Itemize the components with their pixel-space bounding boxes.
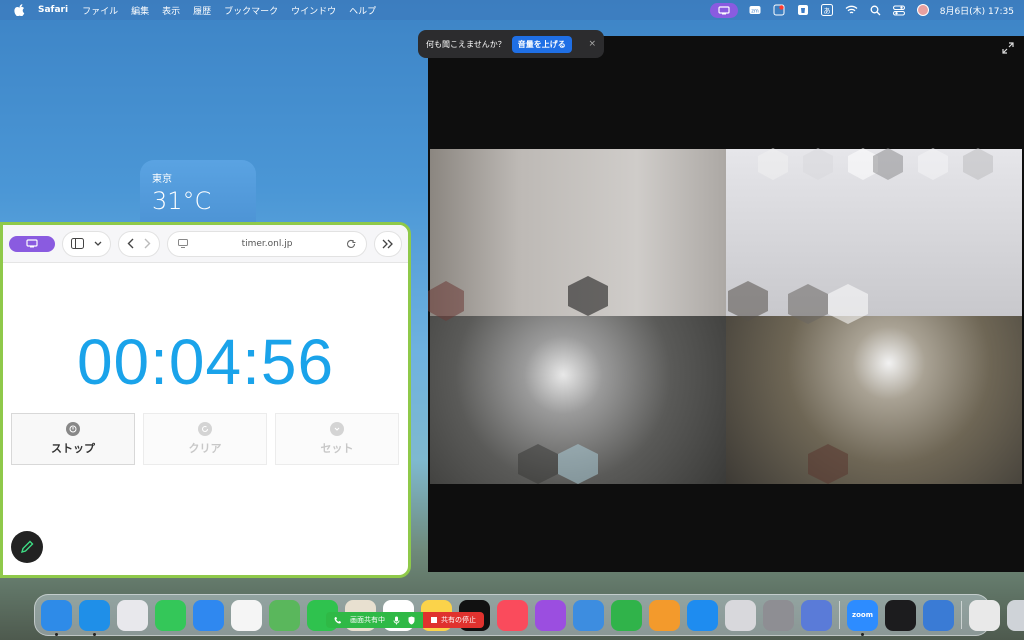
menubar-clock[interactable]: 8月6日(木) 17:35: [940, 4, 1014, 17]
timer-browser-window: timer.onl.jp 00:04:56 ストップ クリア セット: [0, 222, 411, 578]
app-name[interactable]: Safari: [38, 5, 68, 15]
wifi-icon[interactable]: [845, 4, 858, 17]
running-indicator: [55, 632, 58, 636]
close-icon[interactable]: ×: [588, 39, 596, 49]
forward-icon[interactable]: [144, 238, 151, 249]
address-bar[interactable]: timer.onl.jp: [167, 230, 367, 257]
launchpad-icon[interactable]: [117, 599, 148, 631]
running-indicator: [861, 632, 864, 636]
zoom-app-icon[interactable]: zoom: [847, 599, 878, 636]
video-call-window: [428, 36, 1024, 572]
music-icon[interactable]: [497, 599, 528, 631]
apple-menu-icon[interactable]: [12, 3, 26, 17]
safari-icon[interactable]: [79, 599, 110, 636]
numbers-icon[interactable]: [611, 599, 642, 631]
dock: zoom: [34, 594, 1024, 636]
menu-help[interactable]: ヘルプ: [349, 4, 376, 17]
menu-history[interactable]: 履歴: [193, 4, 211, 17]
keynote-icon[interactable]: [573, 599, 604, 631]
shield-icon[interactable]: [408, 616, 415, 625]
menu-bookmarks[interactable]: ブックマーク: [224, 4, 278, 17]
edit-button[interactable]: [11, 531, 43, 563]
set-button[interactable]: セット: [275, 413, 399, 465]
svg-text:あ: あ: [824, 7, 831, 15]
svg-text:zm: zm: [751, 9, 759, 15]
stop-share-button[interactable]: 共有の停止: [423, 612, 484, 628]
nav-buttons: [118, 230, 160, 257]
pixelation-overlay: [428, 148, 993, 484]
sidebar-toggle-group[interactable]: [62, 230, 111, 257]
page-icon: [178, 239, 188, 248]
stop-icon: [66, 422, 80, 436]
menu-view[interactable]: 表示: [162, 4, 180, 17]
maps-icon[interactable]: [269, 599, 300, 631]
sharing-label: 画面共有中: [350, 616, 385, 624]
screen-share-icon[interactable]: [709, 2, 738, 18]
audio-notification: 何も聞こえませんか？ 音量を上げる ×: [418, 30, 604, 58]
double-chevron-right-icon: [382, 239, 393, 248]
menu-bar: Safari ファイル 編集 表示 履歴 ブックマーク ウインドウ ヘルプ zm…: [0, 0, 1024, 20]
trash-icon[interactable]: [1007, 599, 1024, 631]
phone-icon: [334, 617, 341, 624]
raise-volume-button[interactable]: 音量を上げる: [511, 35, 572, 53]
mic-icon[interactable]: [393, 616, 400, 625]
clear-button[interactable]: クリア: [143, 413, 267, 465]
zoom-icon[interactable]: zm: [749, 4, 762, 17]
control-center-icon[interactable]: [893, 4, 906, 17]
siri-icon[interactable]: [916, 4, 929, 16]
set-icon: [330, 422, 344, 436]
trash-small-icon[interactable]: [797, 4, 810, 17]
menu-window[interactable]: ウインドウ: [291, 4, 336, 17]
pages-icon[interactable]: [649, 599, 680, 631]
photos-icon[interactable]: [231, 599, 262, 631]
stop-share-label: 共有の停止: [441, 616, 476, 624]
clear-label: クリア: [188, 442, 222, 455]
weather-temperature: 31°C: [152, 187, 212, 215]
sharing-indicator[interactable]: 画面共有中: [326, 612, 423, 628]
stop-square-icon: [431, 617, 437, 623]
url-text[interactable]: timer.onl.jp: [188, 239, 346, 249]
menu-edit[interactable]: 編集: [131, 4, 149, 17]
weather-city: 東京: [152, 174, 172, 185]
clear-icon: [198, 422, 212, 436]
pencil-icon: [20, 540, 34, 554]
finder-icon[interactable]: [41, 599, 72, 636]
stop-label: ストップ: [51, 442, 95, 455]
disk-utility-icon[interactable]: [923, 599, 954, 631]
reload-icon[interactable]: [346, 239, 356, 249]
help-icon[interactable]: [725, 599, 756, 631]
input-method-icon[interactable]: あ: [821, 4, 834, 17]
screen-share-toolbar-icon[interactable]: [9, 235, 55, 252]
running-indicator: [93, 632, 96, 636]
mail-icon[interactable]: [193, 599, 224, 631]
dock-separator: [839, 601, 840, 629]
browser-toolbar: timer.onl.jp: [3, 225, 408, 263]
chevron-down-icon[interactable]: [94, 241, 102, 247]
set-label: セット: [320, 442, 354, 455]
stop-button[interactable]: ストップ: [11, 413, 135, 465]
search-icon[interactable]: [869, 4, 882, 17]
sidebar-icon[interactable]: [71, 238, 84, 249]
status-area: zm あ 8月6日(木) 17:35: [709, 0, 1014, 20]
notification-message: 何も聞こえませんか？: [426, 39, 506, 49]
zoom-app-label: zoom: [852, 611, 873, 619]
back-icon[interactable]: [127, 238, 134, 249]
screen-share-bar: 画面共有中 共有の停止: [326, 612, 484, 628]
dock-separator: [961, 601, 962, 629]
system-preferences-icon[interactable]: [763, 599, 794, 631]
podcasts-icon[interactable]: [535, 599, 566, 631]
documents-folder-icon[interactable]: [969, 599, 1000, 631]
appstore-icon[interactable]: [687, 599, 718, 631]
menu-file[interactable]: ファイル: [82, 4, 118, 17]
timer-controls: ストップ クリア セット: [11, 413, 399, 465]
status-icon[interactable]: [773, 4, 786, 17]
more-tools-button[interactable]: [374, 230, 402, 257]
messages-icon[interactable]: [155, 599, 186, 631]
timer-display: 00:04:56: [76, 326, 335, 398]
simulator-icon[interactable]: [801, 599, 832, 631]
stocks-icon[interactable]: [885, 599, 916, 631]
